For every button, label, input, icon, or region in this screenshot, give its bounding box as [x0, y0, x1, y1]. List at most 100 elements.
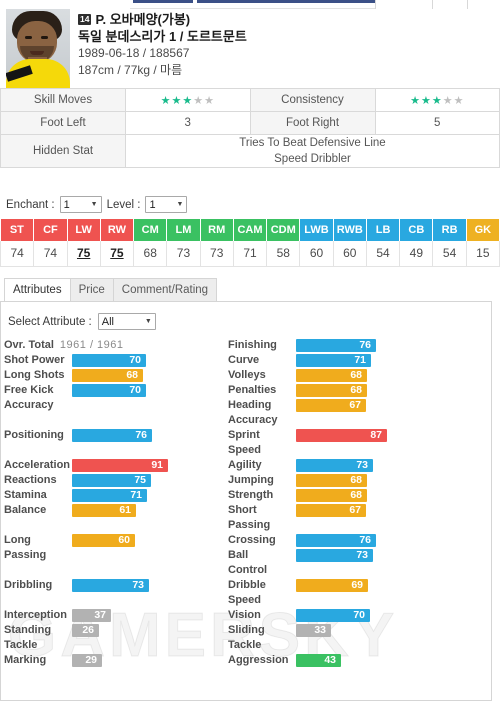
- attribute-row-sprint-speed: Sprint 87: [228, 428, 474, 443]
- attribute-label-long-shots: Long Shots: [4, 369, 65, 381]
- attribute-row-sprint-speed-cont: Speed: [228, 443, 474, 458]
- table-row: Skill Moves ★★★★★ Consistency ★★★★★: [0, 88, 500, 112]
- attribute-filter-select[interactable]: All ▼: [97, 313, 156, 330]
- attribute-row-acceleration: Acceleration 91: [4, 458, 250, 473]
- attribute-row-finishing: Finishing 76: [228, 338, 474, 353]
- attribute-row-positioning: Positioning 76: [4, 428, 250, 443]
- attribute-bar-long-shots: 68: [72, 369, 143, 382]
- attribute-label-sprint-speed-line2: Speed: [228, 444, 262, 456]
- tab-price[interactable]: Price: [69, 278, 114, 302]
- overall-total-row: Ovr. Total 1961 / 1961: [4, 338, 250, 353]
- star-rating-icon: ★★★★★: [410, 94, 465, 107]
- attribute-label-positioning: Positioning: [4, 429, 64, 441]
- attribute-label-finishing: Finishing: [228, 339, 277, 351]
- attribute-bar-free-kick-accuracy: 70: [72, 384, 146, 397]
- foot-right-label: Foot Right: [249, 111, 376, 135]
- chevron-down-icon: ▼: [176, 201, 184, 208]
- attribute-bar-balance: 61: [72, 504, 136, 517]
- level-select[interactable]: 1 ▼: [145, 196, 188, 213]
- enchant-select[interactable]: 1 ▼: [59, 196, 102, 213]
- position-header-cm: CM: [133, 219, 168, 241]
- position-value-rb: 54: [432, 241, 467, 267]
- attribute-row-heading-accuracy: Heading 67: [228, 398, 474, 413]
- player-club: 독일 분데스리가 1 / 도르트문트: [78, 29, 247, 44]
- attribute-bar-heading-accuracy: 67: [296, 399, 366, 412]
- attribute-bar-agility: 73: [296, 459, 373, 472]
- position-value-cam: 71: [232, 241, 268, 267]
- attribute-row-sliding-tackle: Sliding 33: [228, 623, 474, 638]
- attribute-row-heading-accuracy-cont: Accuracy: [228, 413, 474, 428]
- attribute-bar-dribble-speed: 69: [296, 579, 368, 592]
- attribute-bar-stamina: 71: [72, 489, 147, 502]
- attribute-row-curve: Curve 71: [228, 353, 474, 368]
- attribute-bar-ball-control: 73: [296, 549, 373, 562]
- attribute-label-vision: Vision: [228, 609, 261, 621]
- attribute-row-stamina: Stamina 71: [4, 488, 250, 503]
- player-stat-page: 14 P. 오바메양(가봉) 독일 분데스리가 1 / 도르트문트 1989-06…: [0, 0, 500, 701]
- tab-bar: Attributes Price Comment/Rating: [4, 278, 218, 302]
- attribute-row-strength: Strength 68: [228, 488, 474, 503]
- position-header-lwb: LWB: [299, 219, 334, 241]
- select-attribute-label: Select Attribute :: [8, 315, 92, 328]
- attribute-row-ball-control-cont: Control: [228, 563, 474, 578]
- attribute-spacer: [4, 413, 250, 428]
- skill-moves-stars: ★★★★★: [125, 88, 251, 112]
- select-attribute-control: Select Attribute : All ▼: [8, 313, 156, 330]
- attribute-label-long-passing-line2: Passing: [4, 549, 47, 561]
- attribute-bar-vision: 70: [296, 609, 370, 622]
- position-header-row: ST CF LW RW CM LM RM CAM CDM LWB RWB LB CB RB GK: [0, 219, 500, 241]
- attribute-spacer: [4, 443, 250, 458]
- position-value-cm: 68: [133, 241, 168, 267]
- attribute-row-volleys: Volleys 68: [228, 368, 474, 383]
- attribute-label-heading-accuracy: Heading: [228, 399, 272, 411]
- player-body: 187cm / 77kg / 마름: [78, 63, 183, 77]
- position-value-rm: 73: [199, 241, 234, 267]
- overall-total-value: 1961 / 1961: [59, 339, 124, 351]
- position-value-lw: 75: [66, 241, 101, 267]
- hidden-stat-values: Tries To Beat Defensive Line Speed Dribb…: [125, 134, 500, 168]
- table-row: Foot Left 3 Foot Right 5: [0, 111, 500, 135]
- position-header-rb: RB: [432, 219, 467, 241]
- attribute-bar-jumping: 68: [296, 474, 367, 487]
- attribute-label-ball-control-line2: Control: [228, 564, 268, 576]
- attribute-label-jumping: Jumping: [228, 474, 274, 486]
- position-value-lwb: 60: [299, 241, 334, 267]
- attribute-bar-volleys: 68: [296, 369, 367, 382]
- page-top-sliver: [0, 0, 500, 9]
- position-header-rm: RM: [200, 219, 234, 241]
- attribute-row-agility: Agility 73: [228, 458, 474, 473]
- attribute-row-dribble-speed: Dribble 69: [228, 578, 474, 593]
- attribute-row-long-shots: Long Shots 68: [4, 368, 250, 383]
- player-info: 14 P. 오바메양(가봉) 독일 분데스리가 1 / 도르트문트 1989-06…: [78, 11, 488, 79]
- player-photo: [6, 9, 70, 88]
- position-header-cf: CF: [33, 219, 68, 241]
- attribute-row-short-passing: Short 67: [228, 503, 474, 518]
- level-value: 1: [149, 198, 156, 211]
- consistency-stars: ★★★★★: [374, 88, 500, 112]
- attribute-row-sliding-tackle-cont: Tackle: [228, 638, 474, 653]
- tab-comment-rating[interactable]: Comment/Rating: [112, 278, 218, 302]
- position-value-cdm: 58: [266, 241, 301, 267]
- attribute-row-free-kick-accuracy-cont: Accuracy: [4, 398, 250, 413]
- attribute-bar-sprint-speed: 87: [296, 429, 387, 442]
- attribute-row-long-passing: Long 60: [4, 533, 250, 548]
- attribute-row-vision: Vision 70: [228, 608, 474, 623]
- tab-attributes[interactable]: Attributes: [4, 278, 71, 302]
- enchant-label: Enchant :: [6, 198, 55, 211]
- skill-summary-table: Skill Moves ★★★★★ Consistency ★★★★★ Foot…: [0, 88, 500, 168]
- attribute-label-free-kick-accuracy: Free Kick: [4, 384, 54, 396]
- position-value-row: 74 74 75 75 68 73 73 71 58 60 60 54 49 54 15: [0, 241, 500, 267]
- attribute-row-marking: Marking 29: [4, 653, 250, 668]
- position-header-gk: GK: [466, 219, 500, 241]
- attribute-row-balance: Balance 61: [4, 503, 250, 518]
- attribute-bar-short-passing: 67: [296, 504, 366, 517]
- foot-right-value: 5: [374, 111, 500, 135]
- position-header-cdm: CDM: [266, 219, 301, 241]
- position-value-lb: 54: [365, 241, 401, 267]
- hidden-stat-line-1: Tries To Beat Defensive Line: [239, 137, 386, 149]
- attribute-label-dribble-speed: Dribble: [228, 579, 266, 591]
- chevron-down-icon: ▼: [90, 201, 98, 208]
- attribute-row-penalties: Penalties 68: [228, 383, 474, 398]
- attribute-label-sliding-tackle-line2: Tackle: [228, 639, 262, 651]
- attribute-label-crossing: Crossing: [228, 534, 276, 546]
